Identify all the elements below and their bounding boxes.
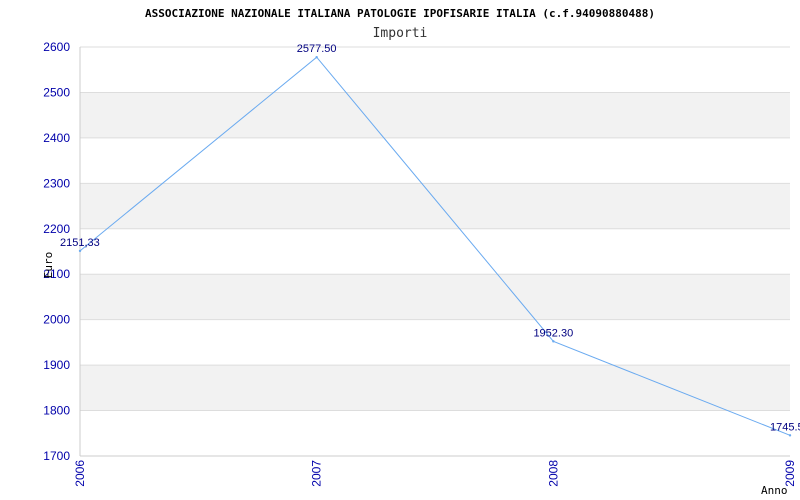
y-tick-label: 2600 xyxy=(43,40,70,54)
y-tick-label: 2300 xyxy=(43,176,70,190)
background-band xyxy=(80,92,790,138)
data-label: 1952.30 xyxy=(533,327,573,339)
x-tick-labels: 2006 2007 2008 2009 xyxy=(73,460,797,487)
y-tick-label: 2500 xyxy=(43,85,70,99)
background-band xyxy=(80,274,790,320)
data-label: 1745.5 xyxy=(770,421,800,433)
data-label: 2577.50 xyxy=(297,43,337,55)
x-tick-label: 2006 xyxy=(73,460,87,487)
background-bands xyxy=(80,92,790,411)
chart-subtitle: Importi xyxy=(373,26,428,41)
y-axis-label: Euro xyxy=(42,252,55,279)
data-label: 2151,33 xyxy=(60,237,100,249)
y-tick-label: 1800 xyxy=(43,404,70,418)
y-tick-label: 2000 xyxy=(43,313,70,327)
background-band xyxy=(80,365,790,411)
x-tick-label: 2007 xyxy=(310,460,324,487)
chart-title: ASSOCIAZIONE NAZIONALE ITALIANA PATOLOGI… xyxy=(145,7,655,20)
x-tick-label: 2009 xyxy=(783,460,797,487)
x-tick-label: 2008 xyxy=(546,460,560,487)
y-tick-label: 1900 xyxy=(43,358,70,372)
y-tick-label: 1700 xyxy=(43,449,70,463)
line-chart: ASSOCIAZIONE NAZIONALE ITALIANA PATOLOGI… xyxy=(42,7,800,497)
background-band xyxy=(80,183,790,229)
data-point xyxy=(788,434,792,437)
y-tick-label: 2400 xyxy=(43,131,70,145)
data-point xyxy=(315,56,318,59)
data-point xyxy=(78,249,82,253)
y-tick-labels: 1700180019002000210022002300240025002600 xyxy=(43,40,70,463)
data-point xyxy=(552,340,555,343)
y-tick-label: 2200 xyxy=(43,222,70,236)
x-axis-label: Anno xyxy=(761,484,788,497)
